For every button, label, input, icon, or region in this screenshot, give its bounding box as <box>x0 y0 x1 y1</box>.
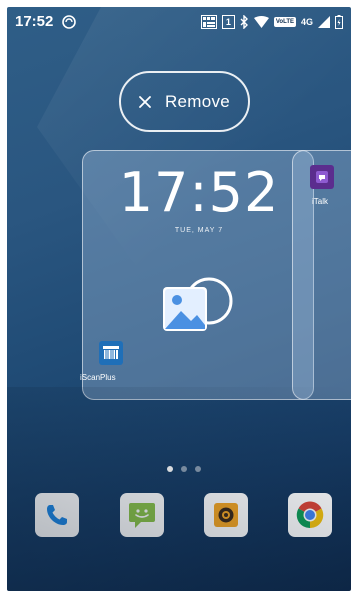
signal-icon <box>318 16 330 28</box>
page-dot-1[interactable] <box>167 466 173 472</box>
bluetooth-icon <box>240 15 248 29</box>
remove-label: Remove <box>164 91 231 111</box>
italk-icon <box>316 171 328 183</box>
status-time: 17:52 <box>15 13 54 30</box>
sim-card-icon <box>200 15 217 29</box>
clock-widget-date: TUE, MAY 7 <box>174 227 224 234</box>
home-screen: 17:52 1 VoLTE 4G Remove 17:52 TUE, MAY 7… <box>7 7 351 591</box>
camera-icon <box>214 503 238 527</box>
dock-phone-app[interactable] <box>35 493 79 537</box>
chrome-icon <box>296 501 324 529</box>
dock-messages-app[interactable] <box>120 493 164 537</box>
phone-icon <box>47 505 67 525</box>
italk-app-icon[interactable] <box>310 165 334 189</box>
image-widget-icon[interactable] <box>159 275 235 339</box>
volte-icon: VoLTE <box>273 17 296 27</box>
dock-chrome-app[interactable] <box>288 493 332 537</box>
dock-camera-app[interactable] <box>204 493 248 537</box>
italk-app-label: iTalk <box>312 197 329 206</box>
close-icon <box>139 95 151 108</box>
network-type-label: 4G <box>300 17 313 27</box>
messages-icon <box>129 503 155 528</box>
battery-icon <box>335 15 343 29</box>
workspace-page-current[interactable]: 17:52 TUE, MAY 7 iScanPlus <box>80 150 315 400</box>
page-dot-2[interactable] <box>181 466 187 472</box>
clock-widget-time[interactable]: 17:52 <box>83 163 315 223</box>
workspace-page-next[interactable]: iTalk <box>292 150 351 400</box>
iscanplus-app-icon[interactable] <box>99 341 123 365</box>
wifi-icon <box>253 16 269 28</box>
status-bar: 17:52 1 VoLTE 4G <box>7 7 351 37</box>
remove-drop-target[interactable]: Remove <box>119 71 250 132</box>
page-dot-3[interactable] <box>195 466 201 472</box>
page-indicator <box>167 466 201 472</box>
status-icons: 1 VoLTE 4G <box>200 14 343 30</box>
barcode-scanner-icon <box>103 346 119 359</box>
sync-icon <box>62 15 76 29</box>
iscanplus-app-label: iScanPlus <box>80 373 116 382</box>
sim-slot-icon: 1 <box>221 15 235 29</box>
